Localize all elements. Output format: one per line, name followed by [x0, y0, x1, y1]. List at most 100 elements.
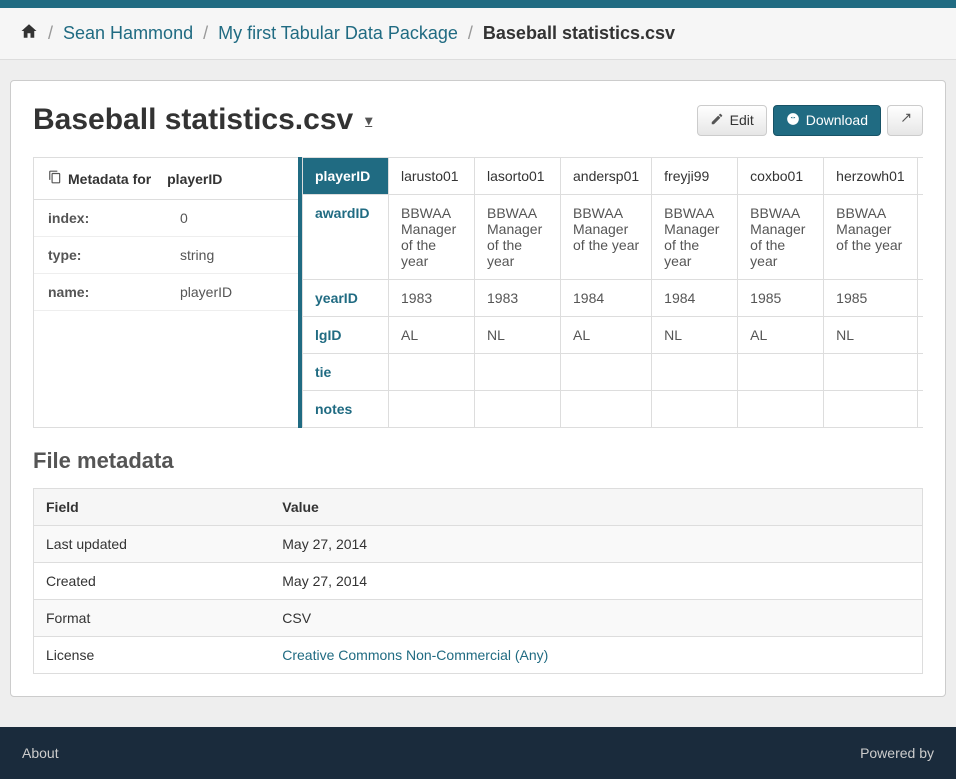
share-button[interactable]	[887, 105, 923, 136]
grid-row: notes	[303, 391, 924, 428]
fm-field: Format	[34, 600, 271, 637]
grid-cell[interactable]	[561, 391, 652, 428]
grid-column-header[interactable]: coxbo01	[738, 158, 824, 195]
fm-value: May 27, 2014	[270, 526, 922, 563]
breadcrumb-item-0[interactable]: Sean Hammond	[63, 23, 193, 44]
metadata-table: index:0type:stringname:playerID	[34, 200, 298, 311]
metadata-value: string	[166, 237, 298, 274]
breadcrumb-sep: /	[48, 23, 53, 44]
fm-field: Created	[34, 563, 271, 600]
grid-column-header[interactable]: playerID	[303, 158, 389, 195]
grid-cell[interactable]: AL	[389, 317, 475, 354]
grid-column-header[interactable]: lasorto01	[475, 158, 561, 195]
metadata-row: index:0	[34, 200, 298, 237]
data-row: Metadata for playerID index:0type:string…	[33, 157, 923, 428]
metadata-label: index:	[34, 200, 166, 237]
grid-row: yearID1983198319841984198519851	[303, 280, 924, 317]
footer: About Powered by	[0, 727, 956, 779]
metadata-sidebar-head: Metadata for playerID	[34, 158, 298, 200]
metadata-label: type:	[34, 237, 166, 274]
home-link[interactable]	[20, 22, 38, 45]
fm-value: Creative Commons Non-Commercial (Any)	[270, 637, 922, 674]
file-metadata-row: FormatCSV	[34, 600, 923, 637]
breadcrumb-bar: / Sean Hammond / My first Tabular Data P…	[0, 8, 956, 60]
grid-cell[interactable]: 1985	[738, 280, 824, 317]
fm-header-value: Value	[270, 489, 922, 526]
grid-cell[interactable]	[824, 354, 918, 391]
grid-column-header[interactable]: larusto01	[389, 158, 475, 195]
grid-cell[interactable]: 1	[917, 280, 923, 317]
grid-cell[interactable]	[738, 391, 824, 428]
file-metadata-table: Field Value Last updatedMay 27, 2014Crea…	[33, 488, 923, 674]
grid-cell[interactable]: 1983	[475, 280, 561, 317]
grid-cell[interactable]	[561, 354, 652, 391]
breadcrumb-current: Baseball statistics.csv	[483, 23, 675, 44]
file-metadata-row: CreatedMay 27, 2014	[34, 563, 923, 600]
grid-cell[interactable]: NL	[475, 317, 561, 354]
grid-column-header[interactable]: herzowh01	[824, 158, 918, 195]
grid-row: awardIDBBWAA Manager of the yearBBWAA Ma…	[303, 195, 924, 280]
pencil-icon	[710, 112, 724, 129]
file-metadata-row: License Creative Commons Non-Commercial (…	[34, 637, 923, 674]
metadata-label: name:	[34, 274, 166, 311]
fm-field: License	[34, 637, 271, 674]
data-grid-wrap[interactable]: playerIDlarusto01lasorto01andersp01freyj…	[298, 157, 923, 428]
grid-cell[interactable]: B	[917, 195, 923, 280]
metadata-value: playerID	[166, 274, 298, 311]
grid-cell[interactable]: BBWAA Manager of the year	[475, 195, 561, 280]
grid-cell[interactable]: 1985	[824, 280, 918, 317]
page-header: Baseball statistics.csv ▾ Edit Download	[33, 103, 923, 137]
footer-about[interactable]: About	[22, 745, 59, 761]
grid-cell[interactable]	[475, 391, 561, 428]
breadcrumb-sep: /	[468, 23, 473, 44]
grid-cell[interactable]: BBWAA Manager of the year	[652, 195, 738, 280]
metadata-row: name:playerID	[34, 274, 298, 311]
grid-column-header[interactable]: andersp01	[561, 158, 652, 195]
grid-cell[interactable]: 1984	[561, 280, 652, 317]
grid-row-label[interactable]: awardID	[303, 195, 389, 280]
grid-cell[interactable]: NL	[824, 317, 918, 354]
title-dropdown[interactable]: ▾	[365, 112, 372, 129]
grid-cell[interactable]: BBWAA Manager of the year	[824, 195, 918, 280]
top-bar	[0, 0, 956, 8]
grid-cell[interactable]	[652, 354, 738, 391]
grid-cell[interactable]	[917, 391, 923, 428]
grid-column-header[interactable]: n	[917, 158, 923, 195]
grid-row-label[interactable]: tie	[303, 354, 389, 391]
edit-button[interactable]: Edit	[697, 105, 767, 136]
fm-value-link[interactable]: Creative Commons Non-Commercial (Any)	[282, 647, 548, 663]
breadcrumb-item-1[interactable]: My first Tabular Data Package	[218, 23, 458, 44]
grid-cell[interactable]: 1984	[652, 280, 738, 317]
download-label: Download	[806, 112, 868, 128]
grid-row: tie	[303, 354, 924, 391]
grid-cell[interactable]	[824, 391, 918, 428]
file-metadata-row: Last updatedMay 27, 2014	[34, 526, 923, 563]
grid-column-header[interactable]: freyji99	[652, 158, 738, 195]
grid-cell[interactable]: BBWAA Manager of the year	[389, 195, 475, 280]
page-title-text: Baseball statistics.csv	[33, 103, 353, 137]
grid-cell[interactable]	[389, 354, 475, 391]
grid-cell[interactable]: NL	[652, 317, 738, 354]
grid-cell[interactable]	[917, 354, 923, 391]
data-grid: playerIDlarusto01lasorto01andersp01freyj…	[302, 157, 923, 428]
grid-cell[interactable]: A	[917, 317, 923, 354]
grid-row-label[interactable]: notes	[303, 391, 389, 428]
download-button[interactable]: Download	[773, 105, 881, 136]
grid-cell[interactable]: BBWAA Manager of the year	[738, 195, 824, 280]
grid-cell[interactable]: 1983	[389, 280, 475, 317]
grid-row-label[interactable]: lgID	[303, 317, 389, 354]
grid-cell[interactable]: AL	[561, 317, 652, 354]
download-icon	[786, 112, 800, 129]
grid-cell[interactable]: AL	[738, 317, 824, 354]
grid-row: lgIDALNLALNLALNLA	[303, 317, 924, 354]
grid-row-label[interactable]: yearID	[303, 280, 389, 317]
file-metadata-heading: File metadata	[33, 448, 923, 474]
main-container: Baseball statistics.csv ▾ Edit Download	[10, 80, 946, 697]
grid-cell[interactable]	[738, 354, 824, 391]
grid-cell[interactable]: BBWAA Manager of the year	[561, 195, 652, 280]
grid-cell[interactable]	[475, 354, 561, 391]
page-title: Baseball statistics.csv ▾	[33, 103, 372, 137]
metadata-title-field: playerID	[167, 171, 222, 187]
grid-cell[interactable]	[389, 391, 475, 428]
grid-cell[interactable]	[652, 391, 738, 428]
